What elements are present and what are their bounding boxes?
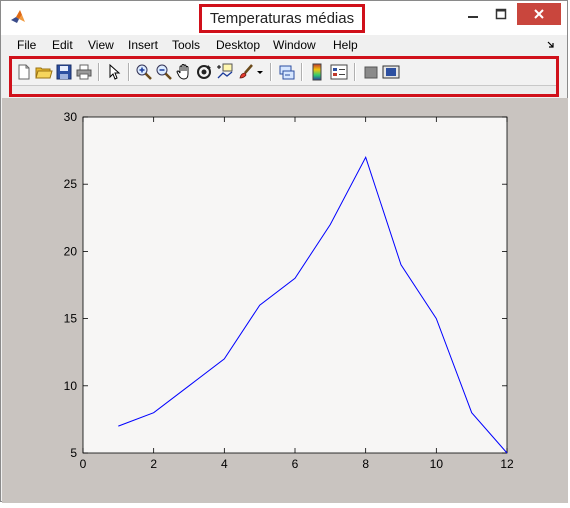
menu-help[interactable]: Help [333,39,358,52]
minimize-icon [468,16,478,18]
y-tick-label: 20 [64,244,78,258]
x-tick-label: 10 [430,457,444,471]
new-figure-icon[interactable] [15,63,33,81]
close-icon [534,9,544,19]
menu-file[interactable]: File [17,39,36,52]
matlab-logo-icon [10,9,26,25]
toolbar-separator [128,63,130,81]
line-chart[interactable]: 5 10 15 20 25 30 0 2 4 6 8 10 12 [2,98,568,503]
toolbar-separator [98,63,100,81]
menu-desktop[interactable]: Desktop [216,39,260,52]
title-bar[interactable]: Temperaturas médias [1,1,567,35]
brush-icon[interactable] [237,63,255,81]
legend-icon[interactable] [330,63,348,81]
axes-background [82,116,508,454]
menu-view[interactable]: View [88,39,114,52]
x-tick-label: 12 [500,457,514,471]
toolbar-separator [301,63,303,81]
window-title: Temperaturas médias [199,4,365,33]
menu-edit[interactable]: Edit [52,39,73,52]
brush-dropdown-icon[interactable] [256,63,264,81]
x-tick-label: 6 [292,457,299,471]
y-tick-label: 25 [64,177,78,191]
y-tick-label: 5 [70,446,77,460]
x-tick-label: 8 [362,457,369,471]
pan-hand-icon[interactable] [175,63,193,81]
close-button[interactable] [517,3,561,25]
maximize-button[interactable] [485,3,517,25]
figure-canvas: 5 10 15 20 25 30 0 2 4 6 8 10 12 [2,98,568,503]
print-icon[interactable] [75,63,93,81]
zoom-out-icon[interactable] [155,63,173,81]
figure-window: Temperaturas médias File Edit View Inser… [0,0,568,503]
save-icon[interactable] [55,63,73,81]
dock-arrow-icon[interactable] [547,41,555,49]
pointer-icon[interactable] [105,63,123,81]
data-cursor-icon[interactable] [215,63,233,81]
maximize-icon [495,8,507,20]
show-plot-tools-icon[interactable] [382,63,400,81]
colorbar-icon[interactable] [308,63,326,81]
x-tick-label: 4 [221,457,228,471]
toolbar-separator [270,63,272,81]
zoom-in-icon[interactable] [135,63,153,81]
y-tick-label: 15 [64,312,78,326]
hide-plot-tools-icon[interactable] [362,63,380,81]
toolbar-separator [354,63,356,81]
rotate-3d-icon[interactable] [195,63,213,81]
menu-bar: File Edit View Insert Tools Desktop Wind… [1,35,567,55]
x-tick-label: 0 [80,457,87,471]
toolbar-strip [12,59,556,86]
y-tick-label: 10 [64,379,78,393]
y-tick-label: 30 [64,110,78,124]
link-plot-icon[interactable] [278,63,296,81]
menu-window[interactable]: Window [273,39,316,52]
x-tick-label: 2 [150,457,157,471]
menu-insert[interactable]: Insert [128,39,158,52]
menu-tools[interactable]: Tools [172,39,200,52]
open-file-icon[interactable] [35,63,53,81]
figure-toolbar [9,56,559,97]
